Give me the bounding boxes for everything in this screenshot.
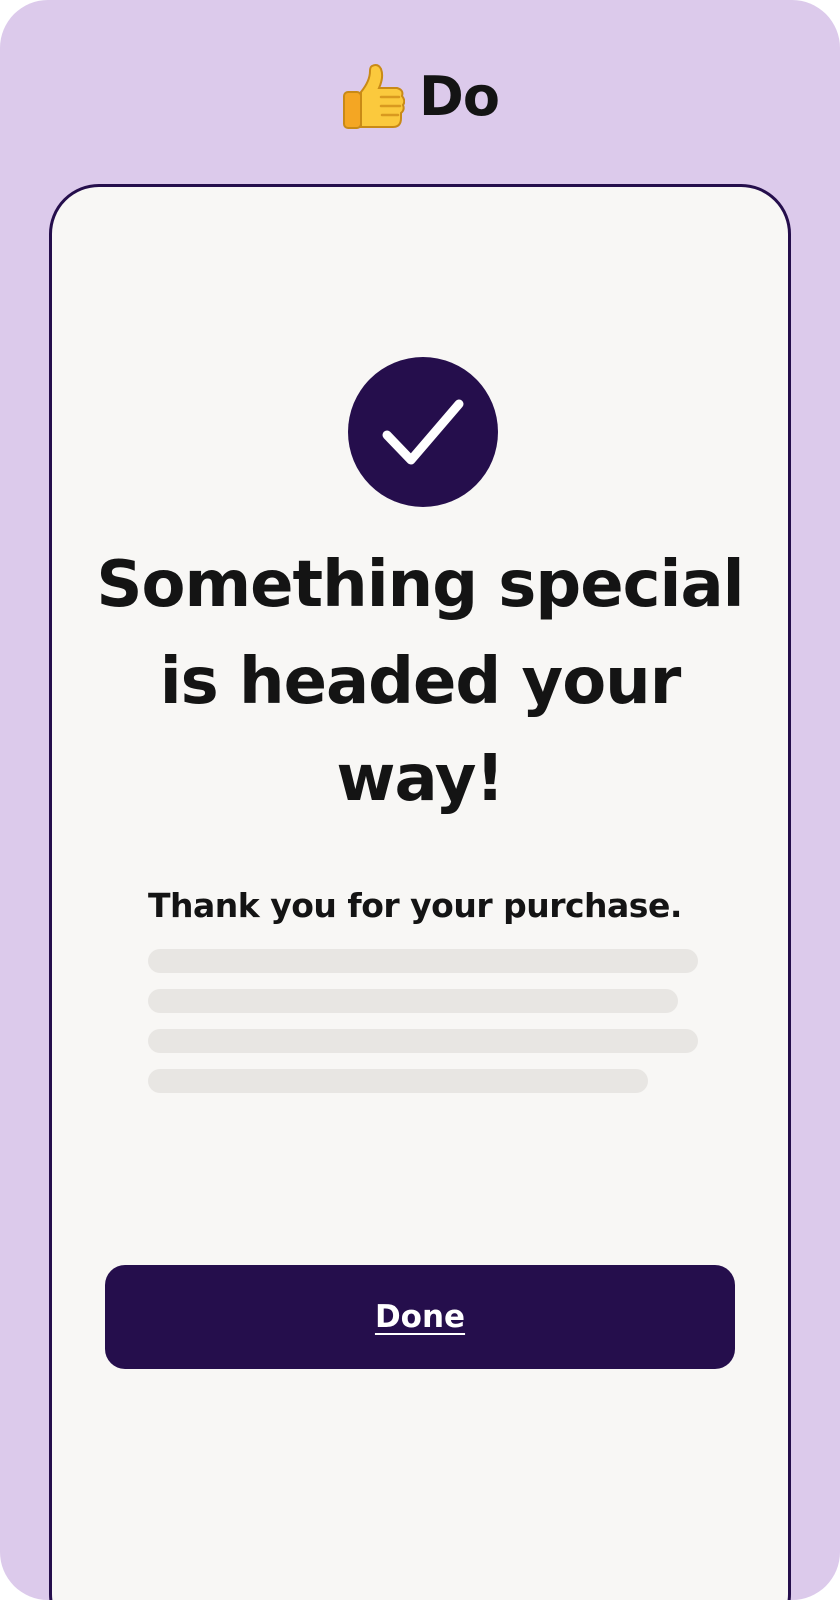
placeholder-line (148, 989, 678, 1013)
checkmark-icon (382, 399, 464, 465)
success-badge (348, 357, 498, 507)
confirmation-message: Thank you for your purchase. (148, 886, 682, 925)
placeholder-line (148, 1069, 648, 1093)
phone-screen: Something special is headed your way! Th… (49, 184, 791, 1600)
placeholder-line (148, 949, 698, 973)
header: Do (0, 62, 840, 132)
guideline-card: Do Something special is headed your way!… (0, 0, 840, 1600)
thumbs-up-icon (343, 64, 406, 129)
confirmation-headline: Something special is headed your way! (96, 548, 744, 816)
header-label: Do (419, 65, 500, 128)
done-button[interactable]: Done (105, 1265, 735, 1369)
done-button-label: Done (374, 1299, 466, 1335)
placeholder-line (148, 1029, 698, 1053)
